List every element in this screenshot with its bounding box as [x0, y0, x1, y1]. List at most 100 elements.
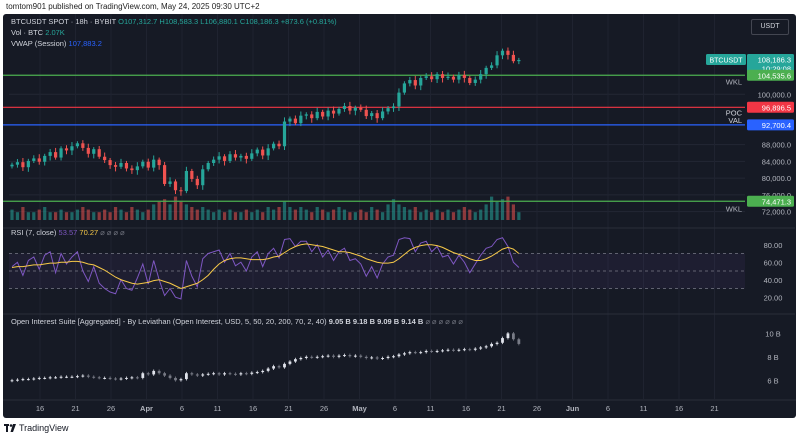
volume-bar: [337, 207, 341, 220]
volume-bar: [195, 209, 199, 220]
candle-body: [342, 106, 347, 109]
oi-candle: [185, 373, 188, 380]
oi-candle: [484, 346, 488, 348]
symbol-header[interactable]: BTCUSDT SPOT · 18h · BYBIT O107,312.7 H1…: [11, 17, 337, 26]
volume-bar: [75, 209, 79, 220]
oi-candle: [10, 380, 14, 382]
candle-body: [233, 154, 238, 158]
candle-body: [157, 159, 161, 166]
candle-body: [397, 92, 401, 107]
oi-candle: [217, 373, 221, 375]
volume-bar: [97, 212, 101, 220]
oi-candle: [103, 377, 107, 379]
volume-bar: [212, 212, 216, 220]
chart-svg[interactable]: 80.00 60.00 40.00 20.00 10 B 8 B 6 B 100,000.…: [3, 14, 796, 418]
oi-candle: [272, 366, 275, 369]
oi-candle: [261, 370, 265, 373]
volume-bar: [342, 209, 347, 220]
currency-button[interactable]: USDT: [751, 19, 789, 35]
candle-body: [506, 50, 510, 55]
candle-body: [108, 160, 112, 166]
publisher-credit: tomtom901 published on TradingView.com, …: [6, 2, 260, 11]
volume-bar: [48, 212, 52, 220]
ohlc-values: O107,312.7 H108,583.3 L106,880.1 C108,18…: [118, 17, 337, 26]
volume-header[interactable]: Vol · BTC 2.07K: [11, 28, 65, 37]
vwap-header[interactable]: VWAP (Session) 107,883.2: [11, 39, 102, 48]
volume-bar: [364, 212, 368, 220]
candle-body: [293, 118, 297, 124]
volume-bar: [108, 212, 112, 220]
oi-candle: [152, 370, 156, 375]
candle-body: [146, 161, 150, 168]
candle-body: [321, 111, 325, 117]
volume-bar: [381, 212, 385, 220]
oi-candle: [446, 349, 450, 351]
volume-bar: [310, 212, 314, 220]
oi-candle: [430, 350, 434, 352]
vwap-label: VWAP (Session): [11, 39, 67, 48]
volume-bar: [348, 212, 352, 220]
oi-header[interactable]: Open Interest Suite [Aggregated] - By Le…: [11, 317, 463, 326]
candle-body: [419, 77, 423, 86]
screenshot-frame: tomtom901 published on TradingView.com, …: [0, 0, 800, 436]
candle-body: [10, 164, 14, 167]
volume-bar: [228, 209, 232, 220]
oi-tick-label: 10 B: [765, 329, 780, 338]
oi-candle: [228, 373, 232, 375]
oi-candle: [97, 377, 101, 379]
rsi-header[interactable]: RSI (7, close) 53.57 70.27 ⌀ ⌀ ⌀ ⌀: [11, 228, 125, 237]
candle-body: [92, 149, 96, 154]
volume-bar: [402, 207, 406, 220]
rsi-label: RSI (7, close): [11, 228, 57, 237]
volume-bar: [326, 212, 330, 220]
volume-bar: [92, 212, 96, 220]
val-tag: 92,700.4: [762, 121, 791, 130]
candle-body: [113, 165, 118, 167]
tradingview-footer[interactable]: TradingView: [4, 421, 69, 435]
oi-candle: [190, 373, 194, 375]
time-tick-label: 6: [606, 404, 610, 413]
oi-candle: [512, 333, 515, 340]
volume-bar: [64, 212, 69, 220]
oi-candle: [43, 377, 47, 379]
oi-candle: [234, 373, 237, 375]
chart-area[interactable]: 80.00 60.00 40.00 20.00 10 B 8 B 6 B 100,000.…: [3, 14, 796, 418]
time-tick-label: 21: [497, 404, 505, 413]
time-tick-label: 6: [180, 404, 184, 413]
candle-body: [337, 108, 341, 114]
oi-candle: [403, 353, 406, 355]
oi-candle: [54, 377, 57, 379]
volume-bar: [359, 209, 363, 220]
candle-body: [484, 67, 488, 75]
oi-candle: [441, 350, 444, 352]
candle-body: [48, 152, 52, 156]
oi-candle: [21, 379, 25, 381]
oi-candle: [32, 378, 36, 380]
volume-bar: [59, 209, 63, 220]
oi-candle: [370, 357, 374, 359]
candle-body: [364, 109, 368, 117]
volume-bar: [173, 196, 178, 220]
oi-candle: [163, 373, 166, 376]
time-tick-label: 21: [710, 404, 718, 413]
candle-body: [239, 155, 243, 158]
oi-candle: [48, 377, 52, 379]
rsi-na-values: ⌀ ⌀ ⌀ ⌀: [100, 228, 125, 237]
oi-candle: [168, 375, 172, 378]
symbol-name[interactable]: BTCUSDT SPOT · 18h · BYBIT: [11, 17, 116, 26]
footer-brand: TradingView: [19, 423, 69, 433]
candle-body: [424, 76, 428, 78]
candle-body: [195, 178, 199, 186]
candle-body: [37, 158, 41, 162]
candle-body: [244, 155, 248, 159]
oi-candle: [195, 374, 199, 376]
oi-candle: [114, 378, 117, 380]
volume-bar: [201, 207, 205, 220]
candle-body: [184, 170, 188, 192]
candle-body: [217, 156, 221, 160]
rsi-pane: 80.00 60.00 40.00 20.00: [3, 227, 795, 302]
candle-body: [500, 50, 505, 56]
volume-bar: [206, 209, 210, 220]
price-tick-label: 100,000.0: [758, 90, 791, 99]
volume-bar: [506, 196, 510, 220]
